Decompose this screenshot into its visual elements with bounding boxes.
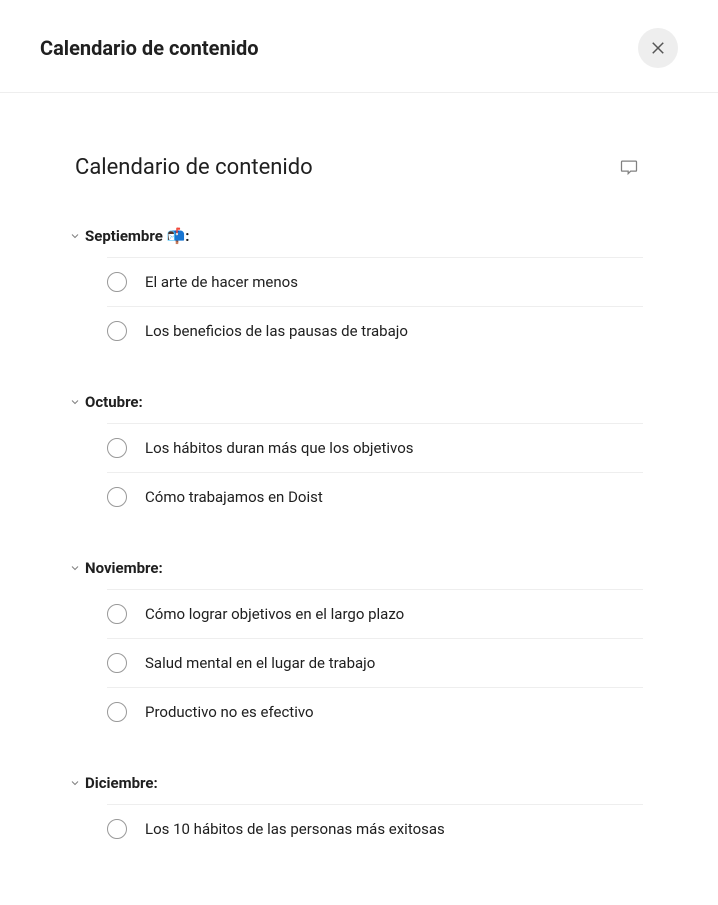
task-title: Los beneficios de las pausas de trabajo	[145, 322, 408, 340]
chevron-down-icon	[67, 560, 83, 576]
chevron-down-icon	[67, 394, 83, 410]
section: Octubre: Los hábitos duran más que los ob…	[75, 387, 643, 521]
task-title: Cómo trabajamos en Doist	[145, 488, 323, 506]
task-checkbox[interactable]	[107, 438, 127, 458]
task-title: Salud mental en el lugar de trabajo	[145, 654, 375, 672]
section-header[interactable]: Octubre:	[67, 387, 643, 423]
task-checkbox[interactable]	[107, 487, 127, 507]
close-button[interactable]	[638, 28, 678, 68]
task-row[interactable]: Cómo lograr objetivos en el largo plazo	[107, 589, 643, 638]
task-title: Los hábitos duran más que los objetivos	[145, 439, 413, 457]
sections-list: Septiembre 📬: El arte de hacer menos Los b…	[75, 221, 643, 853]
task-row[interactable]: El arte de hacer menos	[107, 257, 643, 306]
task-checkbox[interactable]	[107, 321, 127, 341]
task-title: Cómo lograr objetivos en el largo plazo	[145, 605, 404, 623]
section: Diciembre: Los 10 hábitos de las personas…	[75, 768, 643, 853]
tasks-container: El arte de hacer menos Los beneficios de …	[81, 257, 643, 355]
chevron-down-icon	[67, 228, 83, 244]
comment-icon	[619, 157, 639, 177]
task-row[interactable]: Los beneficios de las pausas de trabajo	[107, 306, 643, 355]
task-row[interactable]: Productivo no es efectivo	[107, 687, 643, 736]
content-header: Calendario de contenido	[75, 153, 643, 181]
task-row[interactable]: Los hábitos duran más que los objetivos	[107, 423, 643, 472]
modal-title: Calendario de contenido	[40, 36, 259, 60]
task-title: Productivo no es efectivo	[145, 703, 314, 721]
section-header[interactable]: Diciembre:	[67, 768, 643, 804]
tasks-container: Los hábitos duran más que los objetivos C…	[81, 423, 643, 521]
task-title: Los 10 hábitos de las personas más exito…	[145, 820, 445, 838]
section-title: Octubre:	[85, 393, 143, 411]
close-icon	[649, 39, 667, 57]
chevron-down-icon	[67, 775, 83, 791]
section-title: Septiembre 📬:	[85, 227, 189, 245]
section: Septiembre 📬: El arte de hacer menos Los b…	[75, 221, 643, 355]
comment-button[interactable]	[615, 153, 643, 181]
content-wrapper: Calendario de contenido Septiembre 📬: El …	[0, 93, 718, 905]
task-row[interactable]: Los 10 hábitos de las personas más exito…	[107, 804, 643, 853]
task-checkbox[interactable]	[107, 653, 127, 673]
tasks-container: Los 10 hábitos de las personas más exito…	[81, 804, 643, 853]
content-title: Calendario de contenido	[75, 155, 313, 180]
section: Noviembre: Cómo lograr objetivos en el la…	[75, 553, 643, 736]
task-checkbox[interactable]	[107, 819, 127, 839]
task-checkbox[interactable]	[107, 272, 127, 292]
task-title: El arte de hacer menos	[145, 273, 298, 291]
task-row[interactable]: Salud mental en el lugar de trabajo	[107, 638, 643, 687]
section-title: Noviembre:	[85, 559, 163, 577]
section-title: Diciembre:	[85, 774, 158, 792]
modal-header: Calendario de contenido	[0, 0, 718, 93]
tasks-container: Cómo lograr objetivos en el largo plazo S…	[81, 589, 643, 736]
section-header[interactable]: Septiembre 📬:	[67, 221, 643, 257]
task-checkbox[interactable]	[107, 604, 127, 624]
section-header[interactable]: Noviembre:	[67, 553, 643, 589]
task-row[interactable]: Cómo trabajamos en Doist	[107, 472, 643, 521]
task-checkbox[interactable]	[107, 702, 127, 722]
